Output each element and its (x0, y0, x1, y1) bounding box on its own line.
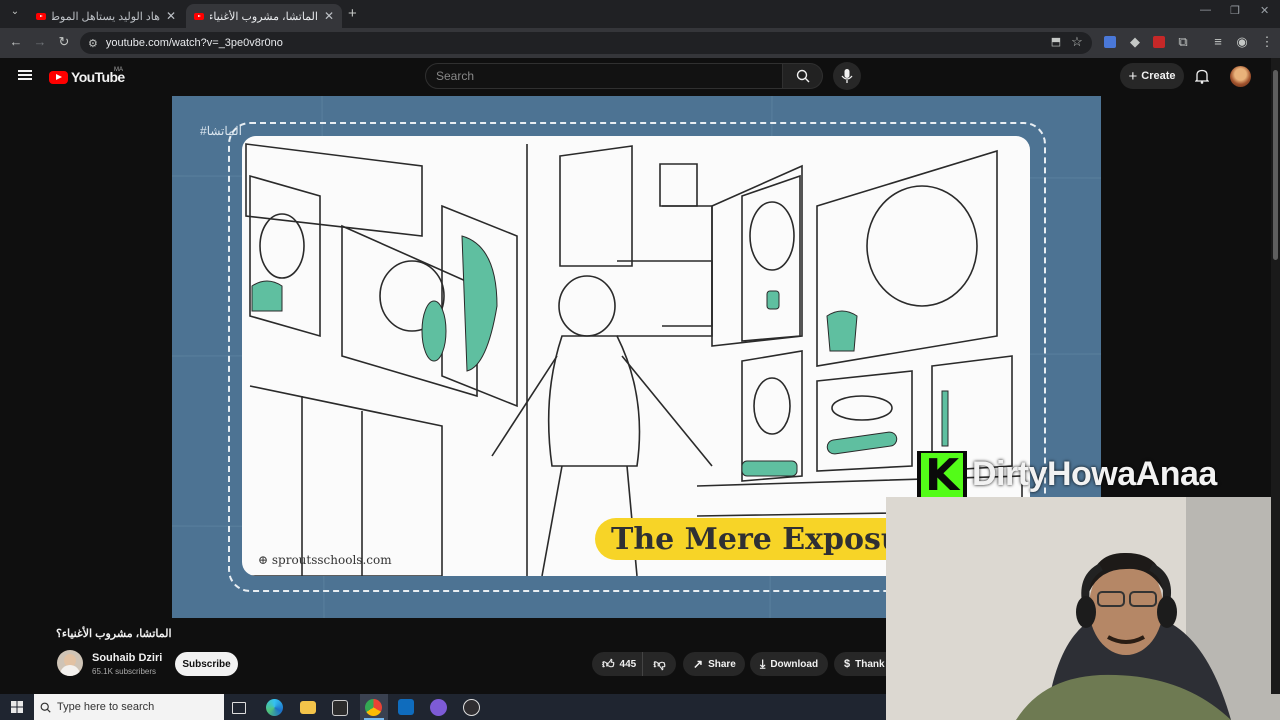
country-code: MA (114, 67, 123, 73)
notifications-bell-icon[interactable] (1195, 69, 1209, 84)
chrome-icon[interactable] (365, 699, 382, 716)
webcam-feed (886, 497, 1280, 720)
install-icon[interactable]: ⬒ (1047, 35, 1065, 48)
windows-start-icon[interactable] (11, 701, 23, 713)
tab-title: الماتشا، مشروب الأغنياء؟ - YouTube (210, 10, 318, 23)
share-label: Share (708, 658, 736, 670)
dislike-button[interactable]: 👎︎ (642, 652, 676, 676)
edge-icon[interactable] (266, 699, 283, 716)
obs-icon[interactable] (463, 699, 480, 716)
subscribe-button[interactable]: Subscribe (175, 652, 238, 676)
kick-logo: K (917, 451, 967, 501)
thanks-button[interactable]: $ Thank (834, 652, 886, 676)
scrollbar-thumb[interactable] (1273, 70, 1278, 260)
download-label: Download (770, 658, 819, 670)
close-window-icon[interactable]: ✕ (1260, 4, 1269, 17)
hamburger-menu-icon[interactable] (18, 70, 32, 80)
user-avatar[interactable] (1230, 66, 1251, 87)
taskbar-search-placeholder: Type here to search (57, 701, 155, 713)
voice-search-button[interactable] (833, 62, 861, 90)
close-tab-icon[interactable]: ✕ (324, 9, 334, 23)
create-label: Create (1141, 70, 1176, 82)
tab-title: هاد الوليد يستاهل الموطوز❤ - Yo (52, 10, 160, 23)
thumbs-down-icon: 👎︎ (653, 656, 666, 671)
share-icon: ↗ (693, 657, 704, 671)
plus-icon: + (1128, 67, 1138, 85)
channel-avatar[interactable] (57, 650, 83, 676)
search-icon (40, 702, 51, 713)
microphone-icon (841, 69, 853, 83)
media-icon[interactable]: ≡ (1209, 34, 1227, 49)
watermark-text: sproutsschools.com (271, 553, 392, 567)
maximize-icon[interactable]: ❐ (1230, 4, 1240, 17)
minimize-icon[interactable]: — (1200, 4, 1211, 16)
webcam-scene (886, 497, 1280, 720)
share-button[interactable]: ↗ Share (683, 652, 745, 676)
taskbar-search-input[interactable]: Type here to search (34, 694, 224, 720)
thanks-icon: $ (844, 658, 851, 670)
create-button[interactable]: + Create (1120, 63, 1184, 89)
tab-inactive[interactable]: هاد الوليد يستاهل الموطوز❤ - Yo ✕ (28, 4, 184, 28)
url-text: youtube.com/watch?v=_3pe0v8r0no (105, 37, 283, 49)
download-icon: ⤓ (760, 656, 766, 671)
puzzle-icon[interactable]: ⧉ (1174, 34, 1192, 50)
download-button[interactable]: ⤓ Download (750, 652, 828, 676)
profile-icon[interactable]: ◉ (1233, 34, 1251, 50)
store-icon[interactable] (332, 700, 348, 716)
youtube-favicon-icon (36, 12, 46, 20)
task-view-icon[interactable] (232, 702, 246, 714)
thumbs-up-icon: 👍︎ (602, 656, 615, 671)
youtube-play-icon (49, 70, 68, 84)
site-info-icon[interactable]: ⚙ (88, 37, 98, 50)
streamer-name: DirtyHowaAnaa (972, 455, 1217, 493)
channel-name[interactable]: Souhaib Dziri (92, 652, 162, 664)
subscriber-count: 65.1K subscribers (92, 667, 157, 676)
video-title: الماتشا، مشروب الأغنياء؟ (56, 628, 172, 640)
tab-active[interactable]: الماتشا، مشروب الأغنياء؟ - YouTube ✕ (186, 4, 342, 28)
back-icon[interactable]: ← (7, 34, 25, 49)
discord-icon[interactable] (430, 699, 447, 716)
search-input[interactable]: Search (425, 63, 783, 89)
search-button[interactable] (783, 63, 823, 89)
file-explorer-icon[interactable] (300, 701, 316, 714)
search-icon (796, 69, 810, 83)
address-bar[interactable]: ⚙ youtube.com/watch?v=_3pe0v8r0no (80, 32, 1092, 54)
menu-icon[interactable]: ⋮ (1258, 34, 1276, 50)
kick-logo-letter: K (921, 453, 963, 499)
translate-icon[interactable] (1104, 36, 1116, 48)
like-button[interactable]: 👍︎ 445 (592, 652, 642, 676)
search-placeholder: Search (436, 69, 475, 83)
like-count: 445 (619, 658, 637, 670)
close-tab-icon[interactable]: ✕ (166, 9, 176, 23)
forward-icon[interactable]: → (31, 34, 49, 49)
youtube-favicon-icon (194, 12, 204, 20)
thanks-label: Thank (855, 658, 885, 670)
star-icon[interactable]: ☆ (1068, 34, 1086, 50)
globe-icon: ⊕ (258, 553, 272, 567)
video-caption-banner: The Mere Exposur (595, 518, 915, 560)
extension-icon[interactable]: ◆ (1126, 34, 1144, 50)
red-extension-icon[interactable] (1153, 36, 1165, 48)
tab-search-icon[interactable]: ⌄ (6, 6, 24, 17)
video-watermark: ⊕ sproutsschools.com (258, 553, 392, 567)
reload-icon[interactable]: ↻ (55, 34, 73, 50)
new-tab-button[interactable]: + (348, 5, 357, 22)
outlook-icon[interactable] (398, 699, 414, 715)
tab-strip: ⌄ هاد الوليد يستاهل الموطوز❤ - Yo ✕ الما… (0, 0, 1280, 28)
